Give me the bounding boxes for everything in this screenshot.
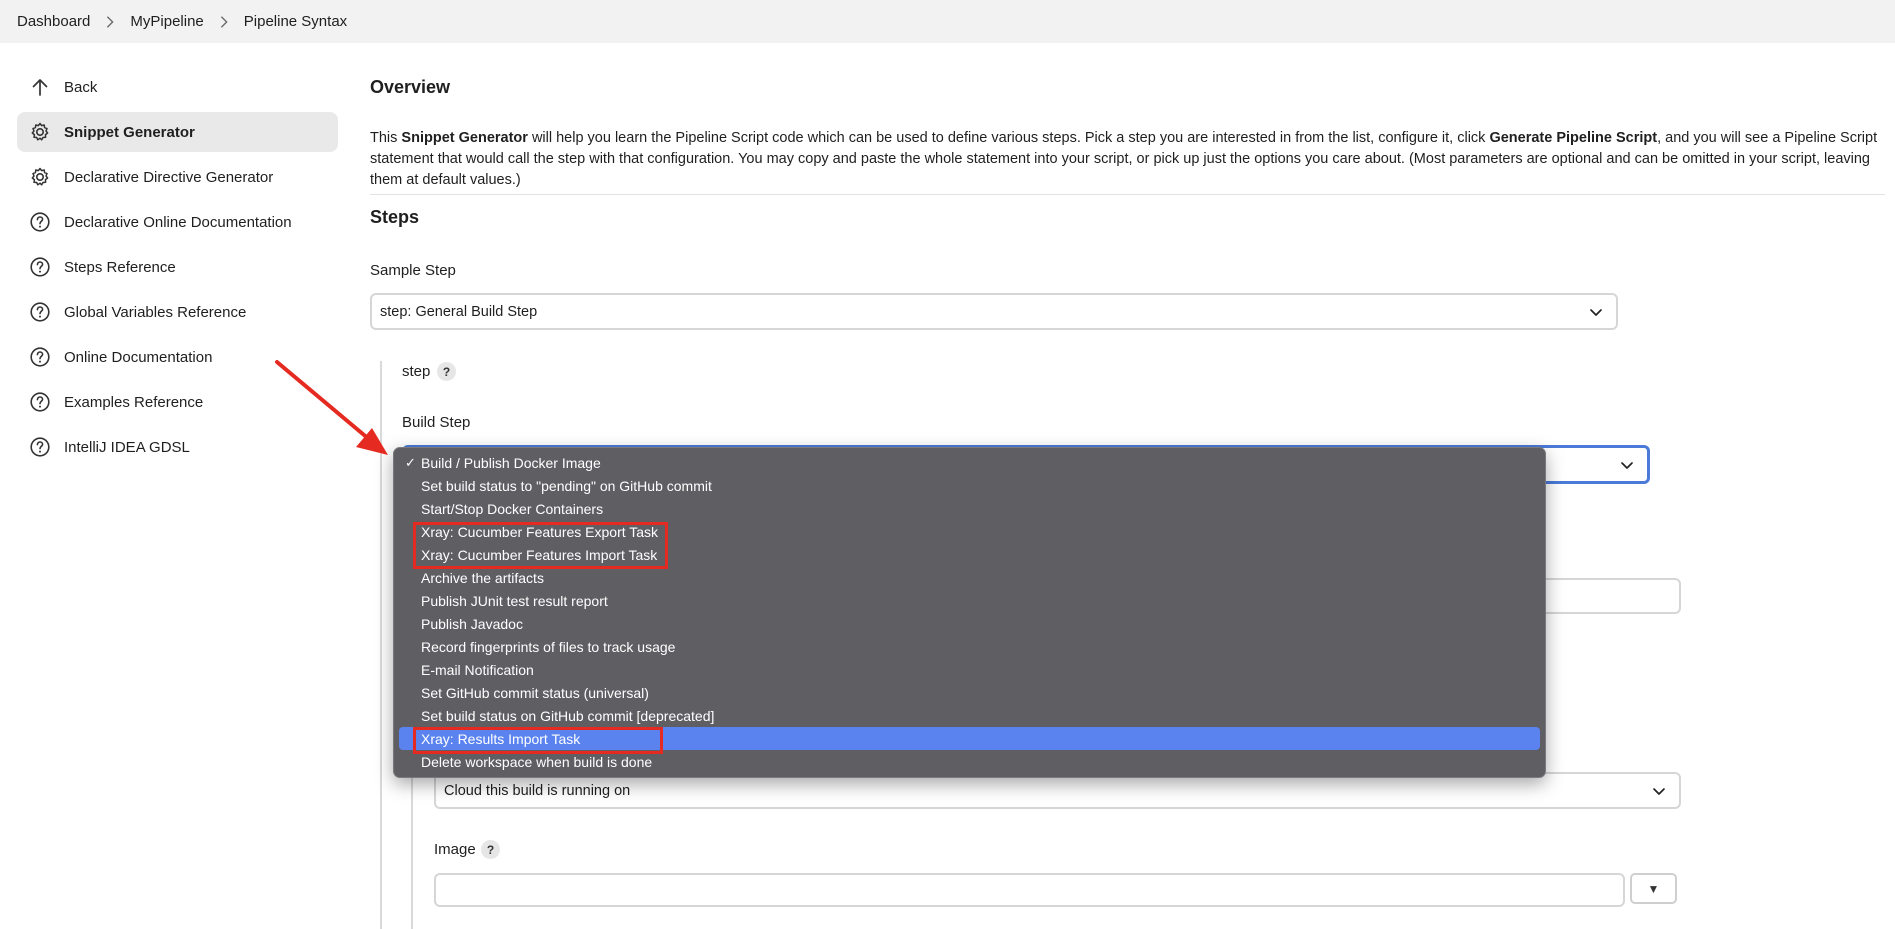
option-label: Xray: Cucumber Features Import Task — [421, 546, 658, 563]
breadcrumb-pipeline-syntax[interactable]: Pipeline Syntax — [244, 13, 347, 30]
overview-bold-snippet-generator: Snippet Generator — [401, 130, 528, 146]
sidebar-item-label: Snippet Generator — [64, 123, 195, 141]
sidebar-item-label: Global Variables Reference — [64, 303, 247, 321]
option-label: Delete workspace when build is done — [421, 753, 653, 770]
sidebar-item-label: Examples Reference — [64, 393, 204, 411]
option-label: Publish Javadoc — [421, 615, 523, 632]
step-label: step — [402, 363, 431, 380]
image-input[interactable] — [434, 873, 1625, 907]
steps-title: Steps — [370, 207, 420, 227]
build-step-label: Build Step — [402, 414, 471, 431]
help-circle-icon — [29, 436, 51, 458]
sample-step-value: step: General Build Step — [380, 303, 538, 320]
breadcrumb-mypipeline[interactable]: MyPipeline — [130, 13, 203, 30]
chevron-right-icon — [90, 15, 130, 29]
arrow-up-icon — [29, 76, 51, 98]
sidebar-item-label: Declarative Online Documentation — [64, 213, 292, 231]
overview-title: Overview — [370, 77, 451, 97]
help-circle-icon — [29, 256, 51, 278]
help-circle-icon — [29, 301, 51, 323]
annotation-arrow-icon — [275, 360, 388, 455]
dropdown-option[interactable]: Xray: Cucumber Features Export Task — [399, 520, 1540, 543]
help-icon[interactable]: ? — [481, 840, 500, 859]
option-label: Set build status on GitHub commit [depre… — [421, 707, 715, 724]
gear-icon — [29, 166, 51, 188]
option-label: Archive the artifacts — [421, 569, 544, 586]
sidebar-item-label: Back — [64, 78, 98, 96]
overview-text: This — [370, 130, 402, 146]
option-label: Record fingerprints of files to track us… — [421, 638, 676, 655]
sidebar-item-declarative-directive-generator[interactable]: Declarative Directive Generator — [17, 157, 338, 197]
option-label: Start/Stop Docker Containers — [421, 500, 604, 517]
help-circle-icon — [29, 391, 51, 413]
image-dropdown-button[interactable]: ▼ — [1630, 873, 1677, 904]
breadcrumb-bar: Dashboard MyPipeline Pipeline Syntax — [0, 0, 1895, 43]
option-label: Xray: Results Import Task — [421, 730, 581, 747]
build-step-dropdown-list: ✓ Build / Publish Docker Image Set build … — [393, 447, 1546, 778]
gear-icon — [29, 121, 51, 143]
sample-step-select[interactable]: step: General Build Step — [370, 293, 1618, 330]
dropdown-option[interactable]: E-mail Notification — [399, 658, 1540, 681]
option-label: Build / Publish Docker Image — [421, 454, 601, 471]
option-label: Set GitHub commit status (universal) — [421, 684, 649, 701]
chevron-right-icon — [204, 15, 244, 29]
dropdown-option[interactable]: Publish JUnit test result report — [399, 589, 1540, 612]
help-circle-icon — [29, 346, 51, 368]
dropdown-option[interactable]: Set GitHub commit status (universal) — [399, 681, 1540, 704]
dropdown-option[interactable]: Start/Stop Docker Containers — [399, 497, 1540, 520]
sidebar-item-steps-reference[interactable]: Steps Reference — [17, 247, 338, 287]
sidebar-item-global-variables-reference[interactable]: Global Variables Reference — [17, 292, 338, 332]
sidebar-item-label: Online Documentation — [64, 348, 213, 366]
chevron-down-icon — [1619, 457, 1635, 473]
sidebar-item-label: IntelliJ IDEA GDSL — [64, 438, 190, 456]
option-label: Publish JUnit test result report — [421, 592, 608, 609]
dropdown-option[interactable]: Archive the artifacts — [399, 566, 1540, 589]
sidebar-item-label: Declarative Directive Generator — [64, 168, 274, 186]
dropdown-option[interactable]: Delete workspace when build is done — [399, 750, 1540, 773]
option-label: Set build status to "pending" on GitHub … — [421, 477, 712, 494]
breadcrumb-dashboard[interactable]: Dashboard — [17, 13, 90, 30]
checkmark-icon: ✓ — [405, 454, 416, 470]
dropdown-option[interactable]: ✓ Build / Publish Docker Image — [399, 451, 1540, 474]
help-circle-icon — [29, 211, 51, 233]
cloud-value: Cloud this build is running on — [444, 782, 631, 799]
chevron-down-icon — [1651, 783, 1667, 799]
dropdown-option[interactable]: Xray: Cucumber Features Import Task — [399, 543, 1540, 566]
dropdown-option-highlighted[interactable]: Xray: Results Import Task — [399, 727, 1540, 750]
dropdown-option[interactable]: Publish Javadoc — [399, 612, 1540, 635]
section-divider — [411, 770, 413, 929]
sample-step-label: Sample Step — [370, 262, 456, 279]
option-label: E-mail Notification — [421, 661, 534, 678]
overview-description: This Snippet Generator will help you lea… — [370, 128, 1885, 195]
sidebar-item-back[interactable]: Back — [17, 67, 338, 107]
sidebar-item-label: Steps Reference — [64, 258, 176, 276]
image-label: Image — [434, 841, 476, 858]
dropdown-option[interactable]: Set build status to "pending" on GitHub … — [399, 474, 1540, 497]
overview-bold-generate-script: Generate Pipeline Script — [1489, 130, 1658, 146]
sidebar-item-snippet-generator[interactable]: Snippet Generator — [17, 112, 338, 152]
overview-text: will help you learn the Pipeline Script … — [527, 130, 1490, 146]
option-label: Xray: Cucumber Features Export Task — [421, 523, 659, 540]
dropdown-option[interactable]: Record fingerprints of files to track us… — [399, 635, 1540, 658]
dropdown-option[interactable]: Set build status on GitHub commit [depre… — [399, 704, 1540, 727]
chevron-down-icon — [1588, 304, 1604, 320]
sidebar-item-declarative-online-documentation[interactable]: Declarative Online Documentation — [17, 202, 338, 242]
help-icon[interactable]: ? — [437, 362, 456, 381]
